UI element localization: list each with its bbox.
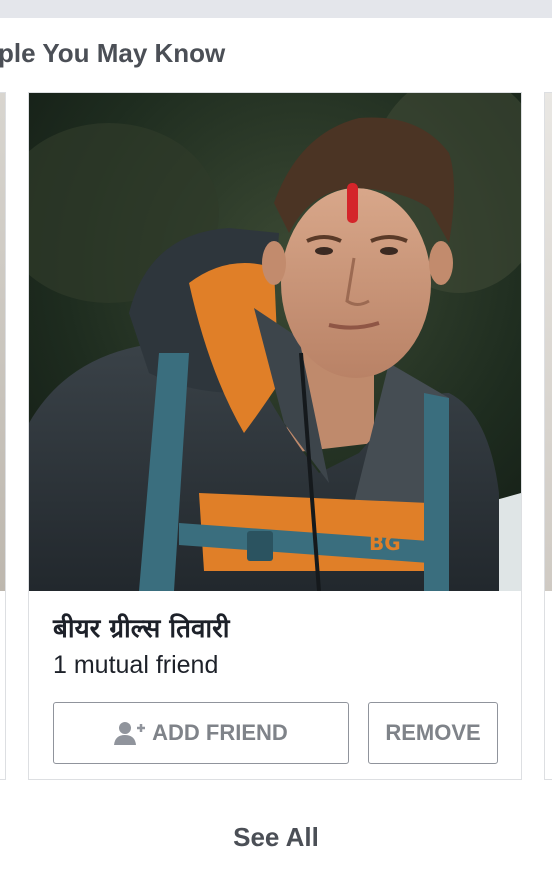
mutual-friends[interactable]: 1 mutual friend (53, 651, 218, 680)
next-suggestion-card[interactable] (544, 92, 552, 780)
next-suggestion-photo (545, 93, 552, 591)
person-plus-icon (114, 722, 146, 745)
section-title: ple You May Know (0, 38, 226, 68)
previous-suggestion-card[interactable] (0, 92, 6, 780)
suggestion-card: BG बीयर ग्रील्स तिवारी 1 mutual friend A… (28, 92, 522, 780)
jacket-logo: BG (369, 531, 401, 555)
profile-photo[interactable]: BG (29, 93, 521, 591)
remove-label: REMOVE (385, 720, 481, 745)
add-friend-label: ADD FRIEND (152, 720, 288, 745)
see-all-link[interactable]: See All (0, 822, 552, 853)
add-friend-button[interactable]: ADD FRIEND (53, 702, 349, 764)
top-divider (0, 0, 552, 18)
previous-suggestion-photo (0, 93, 5, 591)
suggestion-name[interactable]: बीयर ग्रील्स तिवारी (53, 609, 503, 645)
remove-button[interactable]: REMOVE (368, 702, 498, 764)
